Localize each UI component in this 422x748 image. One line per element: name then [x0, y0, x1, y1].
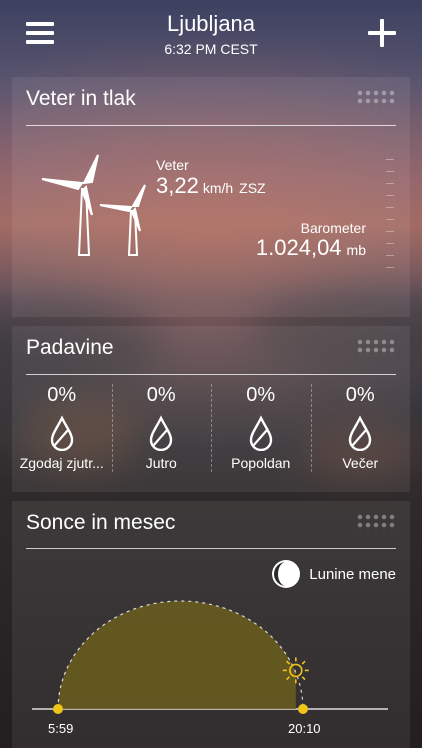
- divider: [26, 125, 396, 126]
- precip-percent: 0%: [47, 384, 77, 406]
- barometer-label: Barometer: [300, 220, 366, 236]
- sunrise-time: 5:59: [48, 721, 74, 736]
- pressure-scale: [386, 159, 394, 277]
- city-name[interactable]: Ljubljana: [0, 11, 422, 37]
- sun-moon-card: Sonce in mesec Lunine mene 5:59 20:10: [12, 501, 410, 748]
- barometer-reading: 1.024,04: [255, 235, 342, 260]
- sunset-marker: [298, 704, 308, 714]
- precip-label: Večer: [342, 455, 379, 471]
- card-title: Veter in tlak: [26, 87, 136, 110]
- sunrise-marker: [53, 704, 63, 714]
- card-title: Padavine: [26, 336, 114, 359]
- wind-direction: ZSZ: [239, 180, 266, 196]
- barometer-unit: mb: [346, 242, 366, 258]
- precip-percent: 0%: [146, 384, 176, 406]
- card-pattern-icon: [356, 89, 396, 107]
- sunset-time: 20:10: [288, 721, 321, 736]
- precip-period: 0% Zgodaj zjutr...: [12, 378, 112, 488]
- precip-label: Zgodaj zjutr...: [19, 455, 104, 471]
- wind-turbine-icon: [41, 154, 146, 256]
- wind-speed: 3,22: [156, 173, 199, 198]
- raindrop-icon: [50, 415, 73, 451]
- precip-period: 0% Večer: [310, 378, 411, 488]
- wind-pressure-card: Veter in tlak Veter 3,22 km/h ZSZ Baromete…: [12, 77, 410, 317]
- sun-path-chart: [32, 600, 388, 714]
- wind-label: Veter: [156, 157, 189, 173]
- card-pattern-icon: [356, 338, 396, 356]
- app-header: Ljubljana 6:32 PM CEST: [0, 0, 422, 68]
- raindrop-icon: [150, 415, 173, 451]
- precipitation-periods: 0% Zgodaj zjutr... 0% Jutro 0% Popoldan …: [12, 378, 410, 488]
- precip-period: 0% Jutro: [111, 378, 212, 488]
- divider: [26, 374, 396, 375]
- plus-icon[interactable]: [368, 19, 396, 47]
- precip-percent: 0%: [246, 384, 276, 406]
- precip-period: 0% Popoldan: [211, 378, 311, 488]
- precipitation-card: Padavine 0% Zgodaj zjutr... 0% Jutro 0% …: [12, 326, 410, 492]
- sun-icon: [282, 657, 309, 684]
- local-time: 6:32 PM CEST: [164, 41, 258, 57]
- daylight-elapsed-area: [58, 601, 296, 709]
- precip-percent: 0%: [345, 384, 375, 406]
- precip-label: Popoldan: [231, 455, 291, 471]
- barometer-value: 1.024,04 mb: [256, 235, 366, 261]
- wind-unit: km/h: [202, 180, 234, 196]
- raindrop-icon: [349, 415, 372, 451]
- precip-label: Jutro: [145, 455, 177, 471]
- raindrop-icon: [249, 415, 272, 451]
- wind-value: 3,22 km/h ZSZ: [156, 173, 266, 199]
